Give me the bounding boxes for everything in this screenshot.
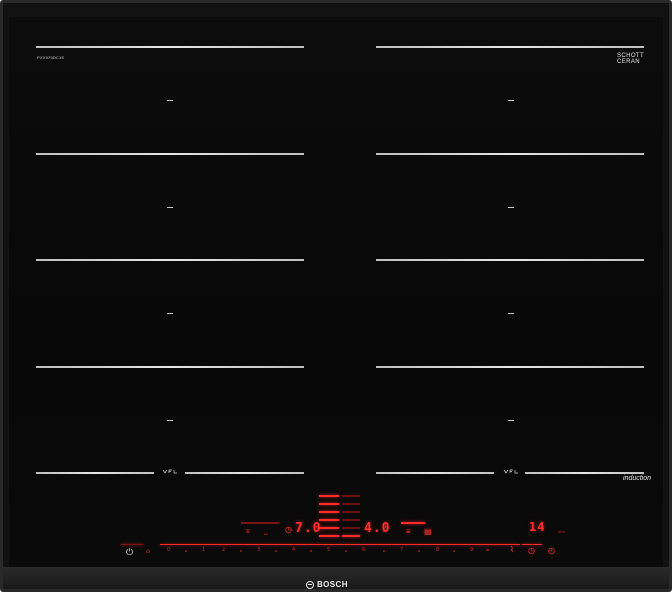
slider-dot bbox=[275, 550, 277, 552]
flex-zone-badge-left bbox=[162, 469, 180, 476]
ceramic-glass-surface bbox=[9, 17, 663, 569]
zone-select-indicator-right bbox=[401, 522, 425, 524]
slider-level[interactable]: 0 bbox=[167, 547, 170, 553]
left-zone-power-display: 7.0 bbox=[295, 521, 322, 536]
brand-name: BOSCH bbox=[317, 580, 348, 589]
zone-line-right-4 bbox=[376, 366, 644, 368]
power-level-bar bbox=[342, 495, 360, 497]
timer-display: 14 bbox=[529, 520, 546, 534]
power-level-bar bbox=[319, 503, 339, 505]
slider-dot bbox=[453, 550, 455, 552]
lock-icon[interactable]: ⌂ bbox=[146, 548, 150, 556]
pan-boost-icon[interactable]: ▤ bbox=[424, 528, 432, 536]
timer-icon[interactable]: ◷ bbox=[285, 526, 292, 534]
zone-line-right-3 bbox=[376, 259, 644, 261]
zone-line-right-2 bbox=[376, 153, 644, 155]
flex-icon bbox=[162, 469, 177, 474]
power-level-bar bbox=[342, 527, 360, 529]
power-level-bar bbox=[319, 519, 339, 521]
timer-unit: min bbox=[558, 529, 566, 534]
zone-select-indicator-left bbox=[241, 522, 279, 524]
slider-level[interactable]: 3 bbox=[257, 547, 260, 553]
zone-center-mark bbox=[167, 313, 173, 314]
slider-level[interactable]: 6 bbox=[362, 547, 365, 553]
slider-level[interactable]: 9 bbox=[470, 547, 473, 553]
frying-sensor-icon[interactable]: ≡ bbox=[246, 528, 250, 536]
zone-line-right-5 bbox=[376, 472, 494, 474]
boost-level-icon[interactable]: ≈ bbox=[486, 547, 489, 555]
timer-indicator-line bbox=[522, 544, 542, 545]
boost-icon[interactable]: ≡ bbox=[406, 528, 411, 536]
power-level-bar bbox=[319, 535, 339, 537]
model-code: PXX975DC1E bbox=[37, 55, 65, 60]
slider-dot bbox=[240, 550, 242, 552]
bosch-logo: BOSCH bbox=[306, 580, 348, 589]
power-level-bar bbox=[342, 503, 360, 505]
zone-line-left-5 bbox=[36, 472, 154, 474]
flex-icon bbox=[503, 469, 518, 474]
slider-level[interactable]: 1 bbox=[202, 547, 205, 553]
power-slider-track-left bbox=[121, 544, 143, 545]
zone-center-mark bbox=[508, 420, 514, 421]
slider-dot bbox=[418, 550, 420, 552]
zone-center-mark bbox=[508, 207, 514, 208]
power-level-bar bbox=[342, 535, 360, 537]
power-icon[interactable]: ⏻ bbox=[126, 548, 133, 557]
sensor-icon[interactable]: ⌇ bbox=[510, 546, 514, 554]
zone-center-mark bbox=[167, 420, 173, 421]
power-slider-track[interactable] bbox=[160, 544, 520, 545]
center-zone-power-display: 4.0 bbox=[364, 521, 391, 536]
zone-center-mark bbox=[508, 313, 514, 314]
bosch-armature-icon bbox=[306, 580, 314, 589]
slider-level[interactable]: 4 bbox=[292, 547, 295, 553]
zone-center-mark bbox=[508, 100, 514, 101]
zone-center-mark bbox=[167, 100, 173, 101]
zone-line-left-1 bbox=[36, 46, 304, 48]
timer-icon[interactable]: ◷ bbox=[528, 547, 535, 555]
zone-line-left-5b bbox=[185, 472, 304, 474]
induction-hob: PXX975DC1E SCHOTT CERAN induction ≡ ↔ ◷ … bbox=[0, 0, 672, 592]
clock-icon[interactable]: ◴ bbox=[548, 547, 555, 555]
zone-line-left-3 bbox=[36, 259, 304, 261]
ceran-text: CERAN bbox=[617, 59, 641, 65]
induction-label: induction bbox=[623, 475, 652, 482]
zone-line-right-1 bbox=[376, 46, 644, 48]
zone-line-left-2 bbox=[36, 153, 304, 155]
slider-level[interactable]: 7 bbox=[400, 547, 403, 553]
slider-dot bbox=[383, 550, 385, 552]
flex-zone-badge-right bbox=[503, 469, 521, 476]
power-level-bar bbox=[319, 495, 339, 497]
slider-dot bbox=[310, 550, 312, 552]
slider-level[interactable]: 2 bbox=[222, 547, 225, 553]
zone-line-left-4 bbox=[36, 366, 304, 368]
slider-dot bbox=[185, 550, 187, 552]
power-level-bar bbox=[342, 519, 360, 521]
power-level-bar bbox=[342, 511, 360, 513]
power-level-bar bbox=[319, 511, 339, 513]
transfer-icon[interactable]: ↔ bbox=[263, 530, 269, 538]
zone-line-right-5b bbox=[525, 472, 644, 474]
slider-dot bbox=[345, 550, 347, 552]
slider-level[interactable]: 5 bbox=[327, 547, 330, 553]
schott-ceran-logo: SCHOTT CERAN bbox=[617, 53, 644, 65]
power-level-bar bbox=[319, 527, 339, 529]
slider-level[interactable]: 8 bbox=[436, 547, 439, 553]
zone-center-mark bbox=[167, 207, 173, 208]
